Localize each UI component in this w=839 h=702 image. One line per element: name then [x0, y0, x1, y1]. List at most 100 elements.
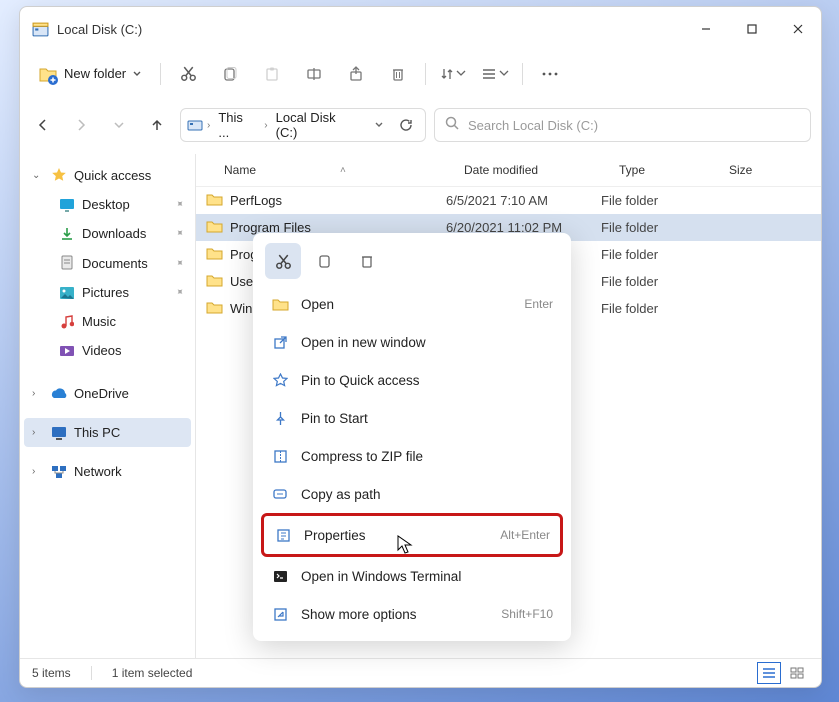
status-selected: 1 item selected	[112, 666, 193, 680]
folder-icon	[206, 246, 224, 263]
chevron-right-icon[interactable]: ›	[32, 427, 44, 438]
music-icon	[58, 315, 76, 329]
forward-button[interactable]	[66, 110, 96, 140]
status-item-count: 5 items	[32, 666, 71, 680]
up-button[interactable]	[142, 110, 172, 140]
ctx-copy-button[interactable]	[307, 243, 343, 279]
ctx-show-more[interactable]: Show more options Shift+F10	[261, 595, 563, 633]
status-bar: 5 items 1 item selected	[20, 658, 821, 687]
search-icon	[445, 116, 460, 134]
documents-icon	[58, 255, 76, 271]
toolbar: New folder	[20, 51, 821, 96]
breadcrumb-current[interactable]: Local Disk (C:)	[272, 106, 363, 144]
recent-button[interactable]	[104, 110, 134, 140]
rename-button[interactable]	[295, 56, 333, 92]
pin-icon: ✦	[172, 227, 186, 241]
folder-icon	[206, 192, 224, 209]
breadcrumb-this-pc[interactable]: This ...	[214, 106, 260, 144]
chevron-right-icon[interactable]: ›	[205, 120, 212, 131]
zip-icon	[271, 447, 289, 465]
tree-pictures[interactable]: Pictures ✦	[24, 278, 191, 307]
refresh-button[interactable]	[394, 112, 419, 138]
column-header-type[interactable]: Type	[619, 163, 729, 177]
ctx-compress[interactable]: Compress to ZIP file	[261, 437, 563, 475]
star-icon	[271, 371, 289, 389]
more-button[interactable]	[531, 56, 569, 92]
search-box[interactable]: Search Local Disk (C:)	[434, 108, 811, 142]
column-header-size[interactable]: Size	[729, 163, 809, 177]
ctx-open-terminal[interactable]: Open in Windows Terminal	[261, 557, 563, 595]
ctx-open[interactable]: Open Enter	[261, 285, 563, 323]
search-placeholder: Search Local Disk (C:)	[468, 118, 598, 133]
share-button[interactable]	[337, 56, 375, 92]
tree-music[interactable]: Music	[24, 307, 191, 336]
address-dropdown[interactable]	[366, 112, 391, 138]
navigation-tree: ⌄ Quick access Desktop ✦ Downloads ✦ Doc…	[20, 154, 196, 658]
ctx-open-new-window[interactable]: Open in new window	[261, 323, 563, 361]
tree-onedrive[interactable]: › OneDrive	[24, 379, 191, 408]
ctx-copy-path[interactable]: Copy as path	[261, 475, 563, 513]
terminal-icon	[271, 567, 289, 585]
close-button[interactable]	[775, 11, 821, 47]
drive-icon	[32, 21, 49, 38]
desktop-icon	[58, 198, 76, 212]
titlebar: Local Disk (C:)	[20, 7, 821, 51]
chevron-down-icon[interactable]: ⌄	[32, 170, 44, 181]
tree-quick-access[interactable]: ⌄ Quick access	[24, 160, 191, 190]
videos-icon	[58, 344, 76, 358]
tree-videos[interactable]: Videos	[24, 336, 191, 365]
chevron-down-icon	[499, 69, 509, 79]
new-folder-button[interactable]: New folder	[28, 59, 152, 89]
file-row[interactable]: PerfLogs 6/5/2021 7:10 AM File folder	[196, 187, 821, 214]
back-button[interactable]	[28, 110, 58, 140]
pictures-icon	[58, 286, 76, 300]
chevron-down-icon	[132, 69, 142, 79]
star-icon	[50, 167, 68, 183]
pin-icon: ✦	[172, 256, 186, 270]
window-title: Local Disk (C:)	[57, 22, 142, 37]
column-header-name[interactable]: Name ˄	[196, 163, 464, 177]
chevron-right-icon[interactable]: ›	[32, 388, 44, 399]
ctx-cut-button[interactable]	[265, 243, 301, 279]
network-icon	[50, 465, 68, 479]
chevron-down-icon	[456, 69, 466, 79]
cut-button[interactable]	[169, 56, 207, 92]
pin-icon: ✦	[172, 286, 186, 300]
drive-icon	[187, 116, 203, 135]
new-folder-icon	[38, 65, 58, 83]
paste-button[interactable]	[253, 56, 291, 92]
pin-icon: ✦	[172, 198, 186, 212]
folder-icon	[206, 300, 224, 317]
details-view-button[interactable]	[757, 662, 781, 684]
chevron-right-icon[interactable]: ›	[262, 120, 269, 131]
sort-button[interactable]	[434, 56, 472, 92]
context-menu: Open Enter Open in new window Pin to Qui…	[253, 233, 571, 641]
maximize-button[interactable]	[729, 11, 775, 47]
minimize-button[interactable]	[683, 11, 729, 47]
column-headers: Name ˄ Date modified Type Size	[196, 154, 821, 187]
tree-documents[interactable]: Documents ✦	[24, 248, 191, 278]
thumbnails-view-button[interactable]	[785, 662, 809, 684]
tree-desktop[interactable]: Desktop ✦	[24, 190, 191, 219]
tree-network[interactable]: › Network	[24, 457, 191, 486]
tree-this-pc[interactable]: › This PC	[24, 418, 191, 447]
ctx-properties[interactable]: Properties Alt+Enter	[261, 513, 563, 557]
chevron-right-icon[interactable]: ›	[32, 466, 44, 477]
ctx-delete-button[interactable]	[349, 243, 385, 279]
column-header-date[interactable]: Date modified	[464, 163, 619, 177]
ctx-pin-quick[interactable]: Pin to Quick access	[261, 361, 563, 399]
tree-downloads[interactable]: Downloads ✦	[24, 219, 191, 248]
show-more-icon	[271, 605, 289, 623]
copy-button[interactable]	[211, 56, 249, 92]
view-button[interactable]	[476, 56, 514, 92]
properties-icon	[274, 526, 292, 544]
folder-icon	[206, 219, 224, 236]
address-bar[interactable]: › This ... › Local Disk (C:)	[180, 108, 426, 142]
folder-icon	[206, 273, 224, 290]
delete-button[interactable]	[379, 56, 417, 92]
ctx-pin-start[interactable]: Pin to Start	[261, 399, 563, 437]
copy-path-icon	[271, 485, 289, 503]
new-folder-label: New folder	[64, 66, 126, 81]
download-icon	[58, 227, 76, 241]
folder-open-icon	[271, 295, 289, 313]
